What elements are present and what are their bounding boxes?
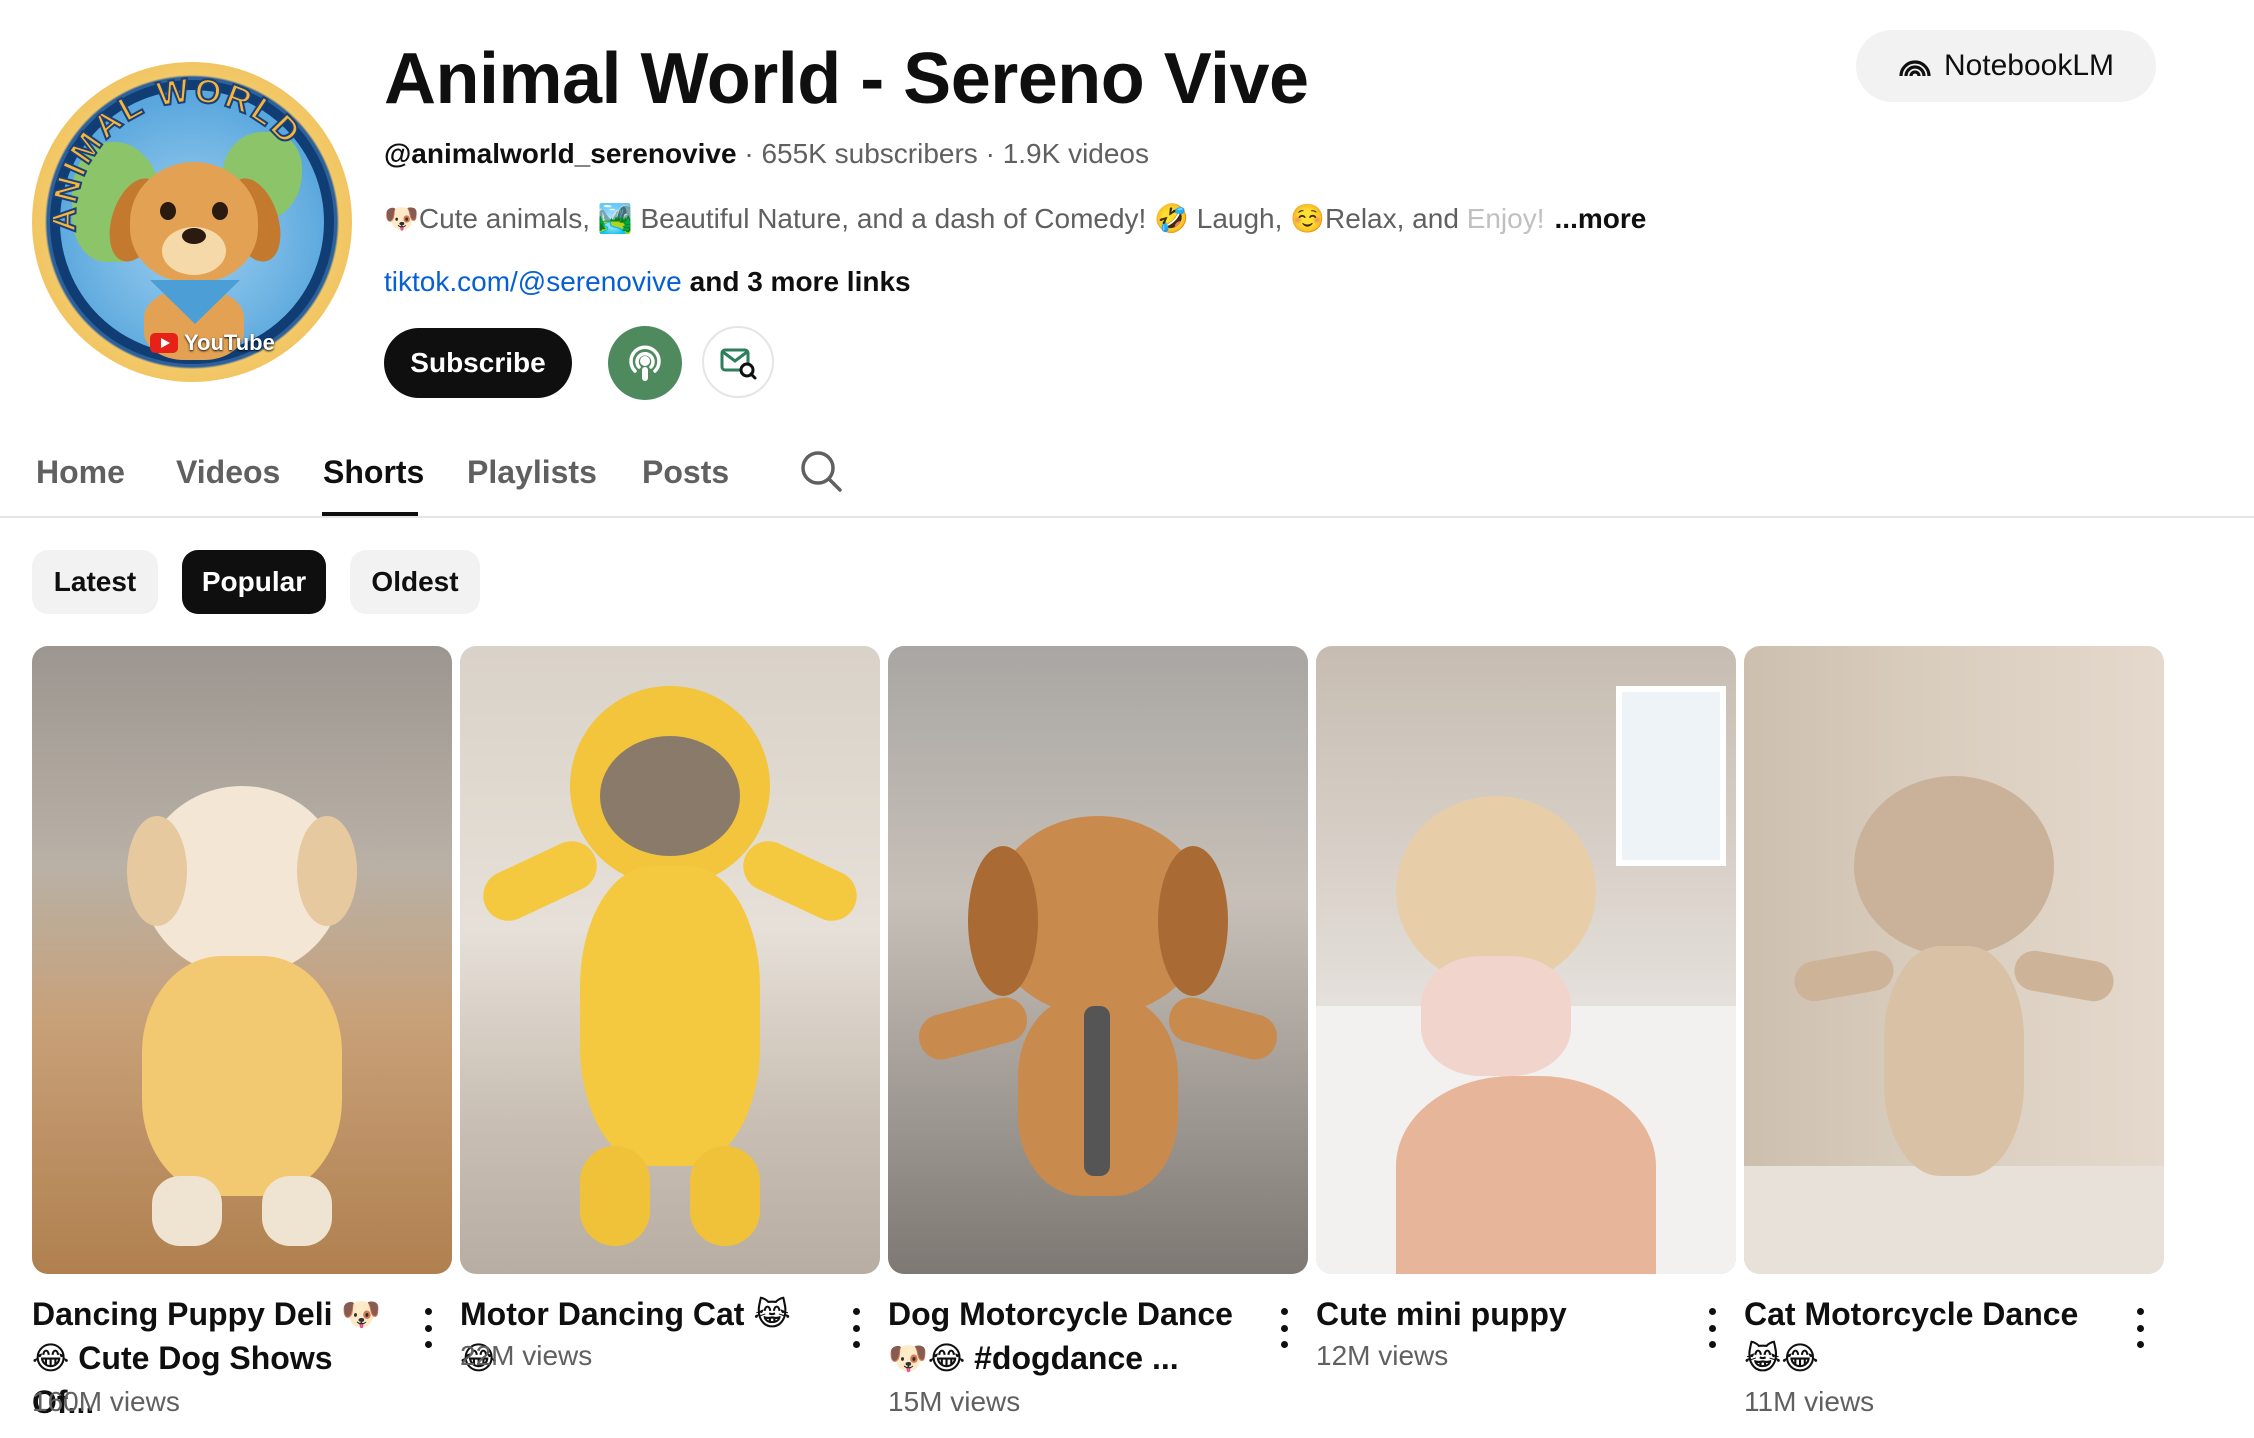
youtube-badge: YouTube — [150, 330, 275, 356]
zipper — [1084, 1006, 1110, 1176]
podcast-icon — [629, 345, 661, 381]
short-views: 11M views — [1744, 1386, 1875, 1417]
subscribe-button[interactable]: Subscribe — [384, 328, 572, 398]
channel-tabs: Home Videos Shorts Playlists Posts — [0, 440, 2254, 518]
short-views: 22M views — [460, 1340, 593, 1371]
tiktok-link[interactable]: tiktok.com/@serenovive — [384, 266, 682, 297]
youtube-play-icon — [150, 333, 178, 353]
business-email-button[interactable] — [702, 326, 774, 398]
search-icon[interactable] — [798, 448, 844, 494]
channel-links: tiktok.com/@serenovive and 3 more links — [384, 266, 911, 298]
more-vert-icon[interactable] — [416, 1308, 440, 1348]
short-thumbnail[interactable] — [32, 646, 452, 1274]
short-views: 160M views — [32, 1386, 180, 1417]
yellow-onesie — [580, 866, 760, 1166]
tab-home[interactable]: Home — [36, 454, 125, 491]
notebooklm-button[interactable]: NotebookLM — [1856, 30, 2156, 102]
short-views: 12M views — [1316, 1340, 1449, 1371]
hand — [1396, 1076, 1656, 1274]
tab-videos[interactable]: Videos — [176, 454, 280, 491]
channel-avatar: ANIMAL WORLD YouTube — [32, 62, 352, 382]
more-vert-icon[interactable] — [1700, 1308, 1724, 1348]
short-title[interactable]: Dog Motorcycle Dance 🐶😂 #dogdance ... — [888, 1292, 1248, 1380]
subscriber-count: 655K subscribers — [761, 138, 978, 169]
short-thumbnail[interactable] — [1316, 646, 1736, 1274]
channel-handle: @animalworld_serenovive — [384, 138, 737, 169]
kitten-head — [1854, 776, 2054, 956]
short-thumbnail[interactable] — [888, 646, 1308, 1274]
short-thumbnail[interactable] — [460, 646, 880, 1274]
notebooklm-icon — [1899, 60, 1931, 77]
kitten-face — [600, 736, 740, 856]
channel-meta: @animalworld_serenovive · 655K subscribe… — [384, 138, 1150, 169]
short-title[interactable]: Cat Motorcycle Dance 😹😂 — [1744, 1292, 2104, 1380]
tab-playlists[interactable]: Playlists — [467, 454, 597, 491]
podcast-button[interactable] — [608, 326, 682, 400]
short-title[interactable]: Cute mini puppy — [1316, 1292, 1676, 1336]
video-count: 1.9K videos — [1002, 138, 1150, 169]
more-vert-icon[interactable] — [1272, 1308, 1296, 1348]
more-vert-icon[interactable] — [844, 1308, 868, 1348]
svg-text:ANIMAL WORLD: ANIMAL WORLD — [45, 71, 309, 232]
channel-title: Animal World - Sereno Vive — [384, 39, 1309, 119]
tab-posts[interactable]: Posts — [642, 454, 729, 491]
channel-description[interactable]: 🐶Cute animals, 🏞️ Beautiful Nature, and … — [384, 202, 1646, 235]
chip-latest[interactable]: Latest — [32, 550, 158, 614]
active-tab-indicator — [322, 512, 418, 516]
short-thumbnail[interactable] — [1744, 646, 2164, 1274]
chip-oldest[interactable]: Oldest — [350, 550, 480, 614]
description-more-button[interactable]: ...more — [1555, 203, 1647, 234]
window — [1616, 686, 1726, 866]
more-vert-icon[interactable] — [2128, 1308, 2152, 1348]
more-links-button[interactable]: and 3 more links — [690, 266, 911, 297]
yellow-shirt — [142, 956, 342, 1196]
mail-search-icon — [720, 348, 757, 380]
short-views: 15M views — [888, 1386, 1021, 1417]
chip-popular[interactable]: Popular — [182, 550, 326, 614]
tab-shorts[interactable]: Shorts — [323, 454, 424, 491]
